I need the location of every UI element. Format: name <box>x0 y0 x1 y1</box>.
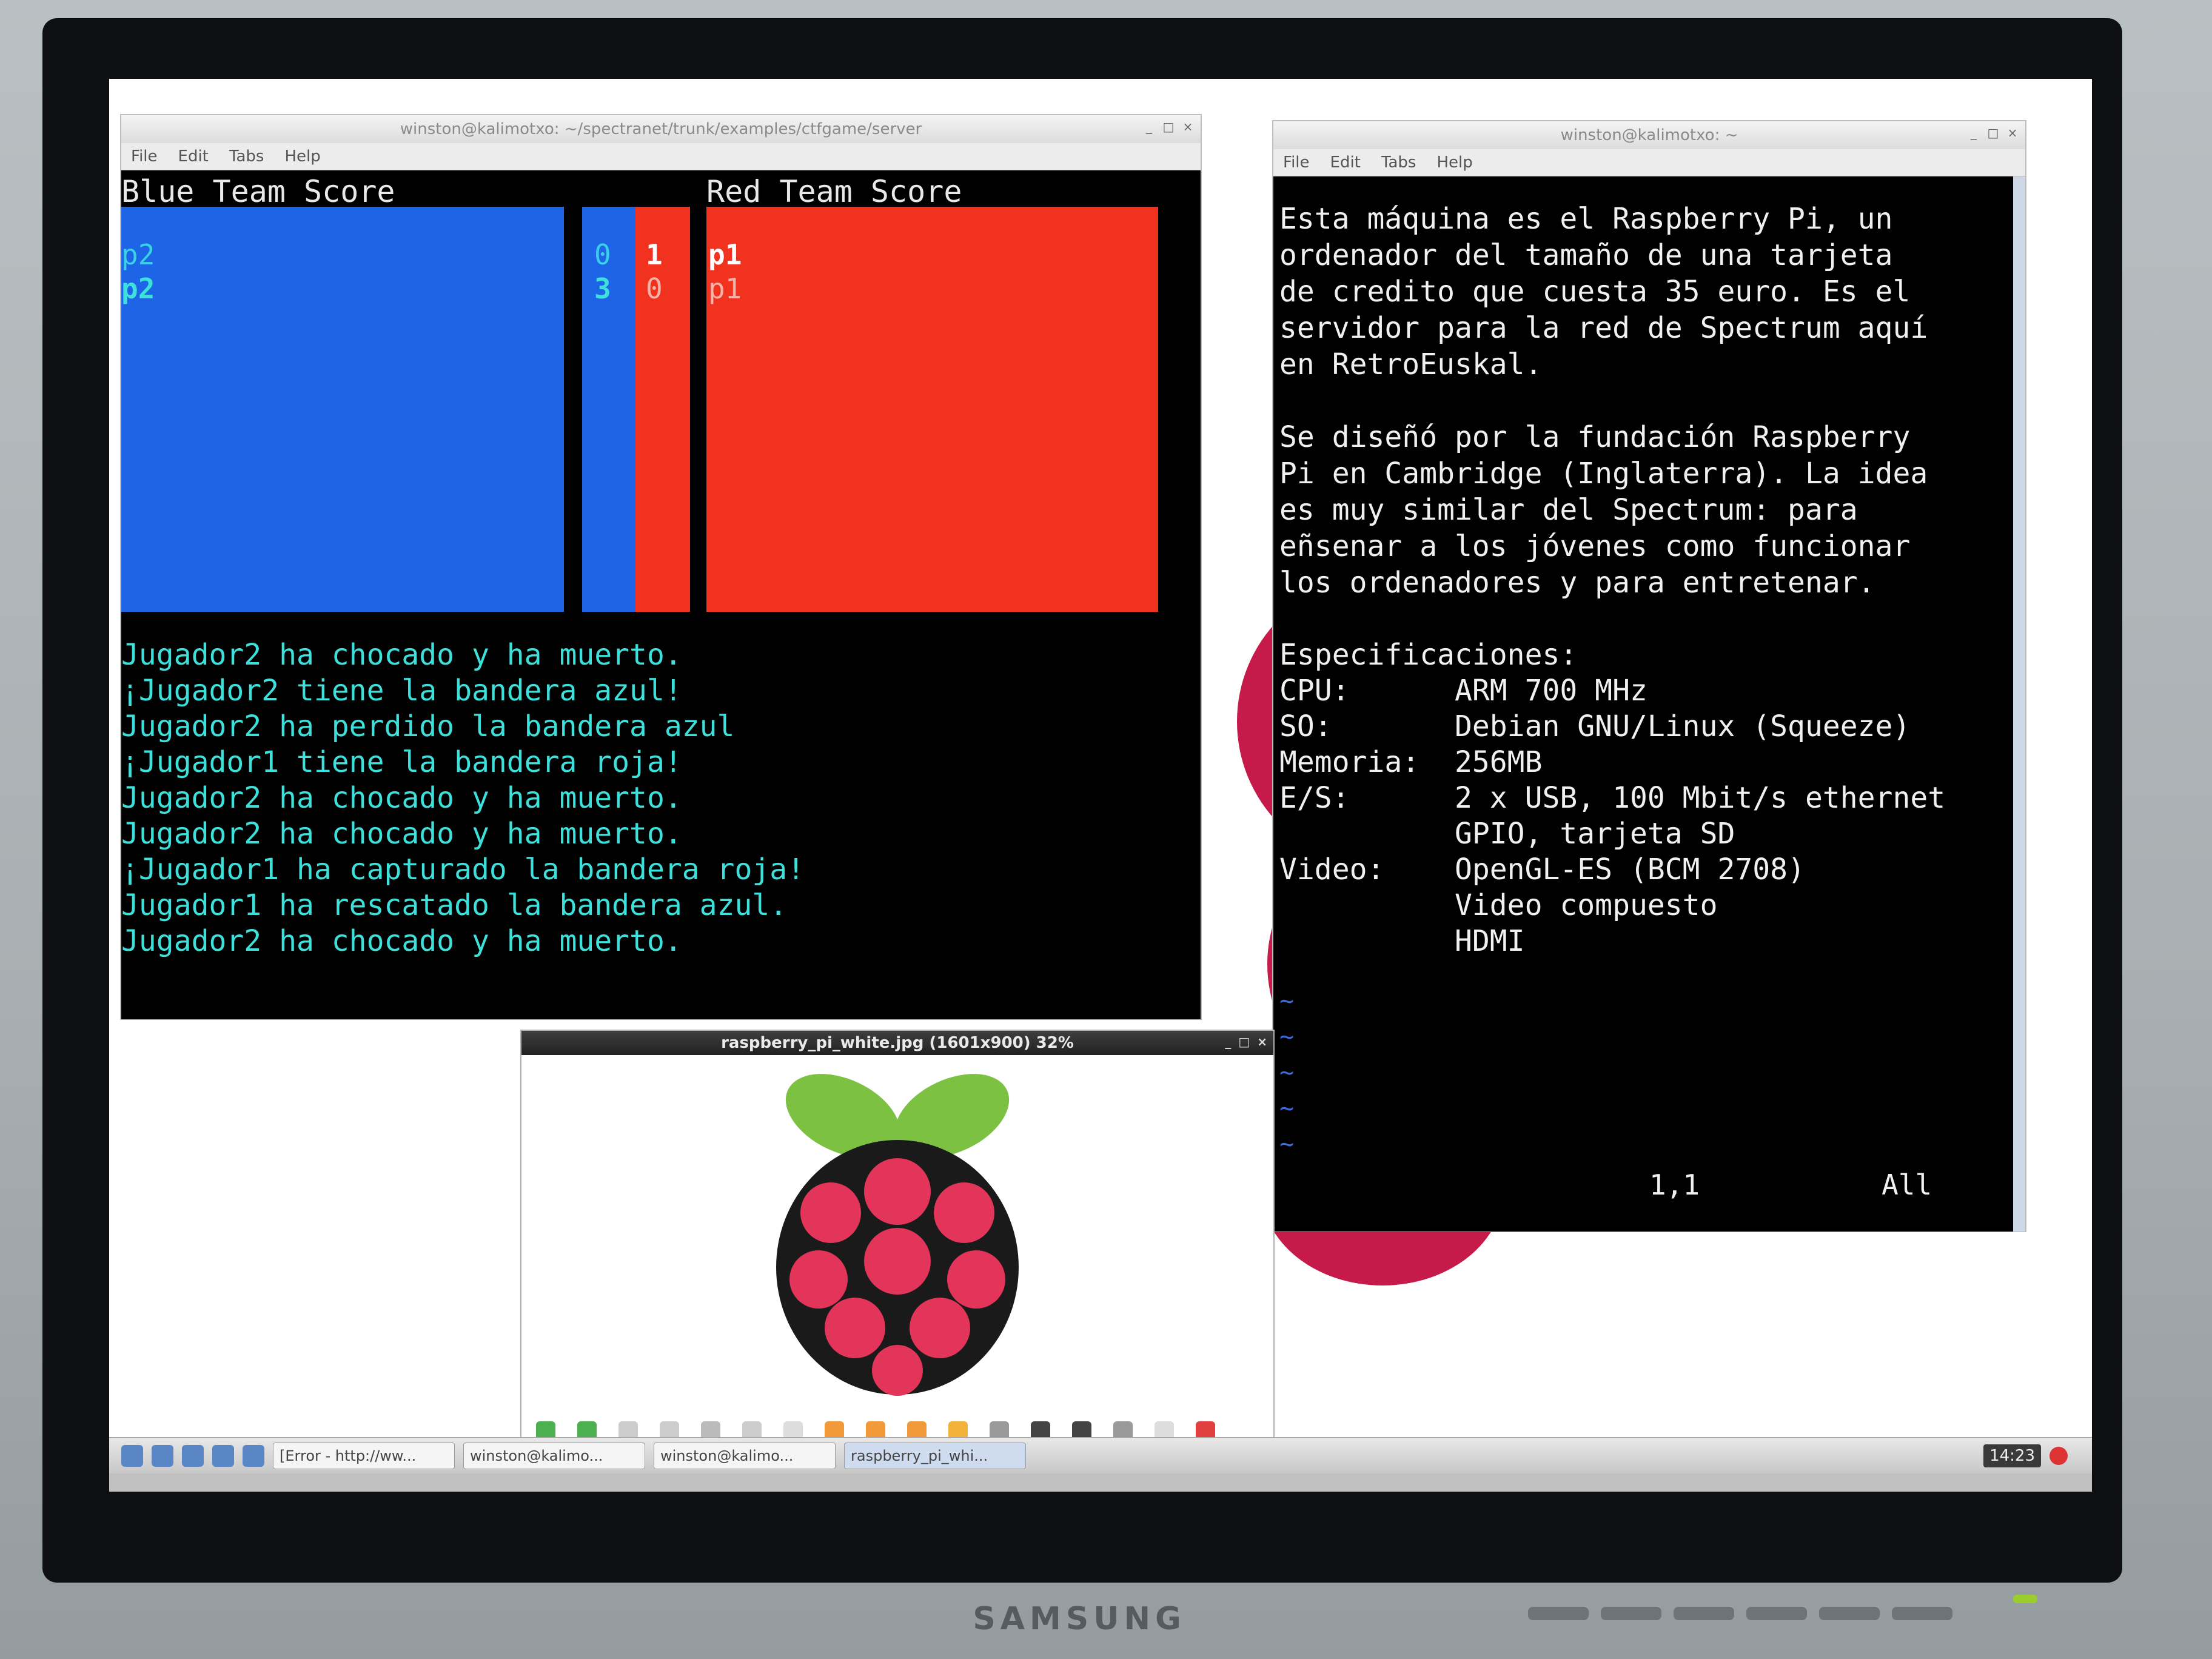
game-terminal[interactable]: Blue Team Score Red Team Score p2 p2 0 3… <box>121 170 1201 1019</box>
monitor-button[interactable] <box>1528 1607 1589 1620</box>
close-icon[interactable]: × <box>2006 126 2019 139</box>
maximize-icon[interactable]: □ <box>1162 120 1175 133</box>
red-team-score-header: Red Team Score <box>706 174 962 209</box>
log-line: ¡Jugador1 tiene la bandera roja! <box>121 745 682 779</box>
logout-icon[interactable] <box>2049 1446 2068 1465</box>
menu-help[interactable]: Help <box>1436 153 1472 172</box>
minimize-icon[interactable]: _ <box>1225 1034 1231 1049</box>
window-title: winston@kalimotxo: ~ <box>1560 126 1738 144</box>
minimize-icon[interactable]: _ <box>1967 126 1980 139</box>
log-line: Jugador2 ha chocado y ha muerto. <box>121 817 682 851</box>
spec-line: E/S: 2 x USB, 100 Mbit/s ethernet <box>1279 781 1946 815</box>
viewer-titlebar[interactable]: raspberry_pi_white.jpg (1601x900) 32% _ … <box>521 1031 1273 1055</box>
menu-icon[interactable] <box>121 1444 143 1467</box>
monitor-button[interactable] <box>1819 1607 1880 1620</box>
spec-line: CPU: ARM 700 MHz <box>1279 674 1647 708</box>
taskbar-task[interactable]: winston@kalimo... <box>654 1442 836 1469</box>
blue-player-score: 3 <box>594 272 611 305</box>
vim-empty-line: ~ <box>1279 1023 1295 1051</box>
scrollbar[interactable] <box>2013 176 2025 1232</box>
info-paragraph: Esta máquina es el Raspberry Pi, un orde… <box>1279 202 1928 381</box>
log-line: Jugador2 ha perdido la bandera azul <box>121 709 735 743</box>
image-canvas <box>521 1055 1273 1407</box>
window-title: winston@kalimotxo: ~/spectranet/trunk/ex… <box>400 120 922 138</box>
game-event-log: Jugador2 ha chocado y ha muerto. ¡Jugado… <box>121 637 805 959</box>
info-window-titlebar[interactable]: winston@kalimotxo: ~ _ □ × <box>1273 121 2025 149</box>
menu-file[interactable]: File <box>131 147 158 166</box>
game-window-menubar: File Edit Tabs Help <box>121 143 1201 170</box>
minimize-icon[interactable]: _ <box>1142 120 1156 133</box>
monitor-button[interactable] <box>1892 1607 1952 1620</box>
power-led <box>2013 1595 2037 1603</box>
monitor-frame: SAMSUNG winston@kalimotxo: ~/spectranet/… <box>0 0 2212 1659</box>
log-line: Jugador2 ha chocado y ha muerto. <box>121 924 682 958</box>
monitor-button[interactable] <box>1746 1607 1807 1620</box>
game-window-titlebar[interactable]: winston@kalimotxo: ~/spectranet/trunk/ex… <box>121 115 1201 143</box>
spec-line: HDMI <box>1279 924 1525 958</box>
browser-icon[interactable] <box>212 1444 234 1467</box>
log-line: Jugador1 ha rescatado la bandera azul. <box>121 888 788 922</box>
spec-line: Video compuesto <box>1279 888 1718 922</box>
blue-player-score: 0 <box>594 238 611 271</box>
close-icon[interactable]: × <box>1257 1034 1267 1049</box>
vim-empty-line: ~ <box>1279 1094 1295 1122</box>
view-position: All <box>1882 1168 1932 1201</box>
taskbar-task[interactable]: raspberry_pi_whi... <box>844 1442 1026 1469</box>
menu-edit[interactable]: Edit <box>1330 153 1361 172</box>
info-terminal-window[interactable]: winston@kalimotxo: ~ _ □ × File Edit Tab… <box>1273 121 2025 1232</box>
maximize-icon[interactable]: □ <box>1986 126 2000 139</box>
log-line: Jugador2 ha chocado y ha muerto. <box>121 781 682 815</box>
file-manager-icon[interactable] <box>152 1444 173 1467</box>
blue-player-name: p2 <box>121 272 155 305</box>
menu-tabs[interactable]: Tabs <box>229 147 264 166</box>
terminal-icon[interactable] <box>182 1444 204 1467</box>
raspberry-pi-logo-icon <box>776 1074 1019 1396</box>
blue-team-score-header: Blue Team Score <box>121 174 395 209</box>
red-team-panel <box>706 207 1158 612</box>
blue-team-panel <box>121 207 564 612</box>
info-paragraph: Se diseñó por la fundación Raspberry Pi … <box>1279 420 1928 600</box>
taskbar: [Error - http://ww... winston@kalimo... … <box>109 1437 2092 1473</box>
menu-edit[interactable]: Edit <box>178 147 209 166</box>
menu-tabs[interactable]: Tabs <box>1381 153 1416 172</box>
vim-empty-line: ~ <box>1279 987 1295 1015</box>
red-score-bar <box>635 207 690 612</box>
close-icon[interactable]: × <box>1181 120 1195 133</box>
info-window-menubar: File Edit Tabs Help <box>1273 149 2025 176</box>
log-line: ¡Jugador2 tiene la bandera azul! <box>121 674 682 708</box>
window-title: raspberry_pi_white.jpg (1601x900) 32% <box>721 1034 1074 1052</box>
spec-line: SO: Debian GNU/Linux (Squeeze) <box>1279 709 1911 743</box>
cursor-position: 1,1 <box>1649 1168 1700 1201</box>
red-player-name: p1 <box>708 272 742 305</box>
red-player-score: 0 <box>646 272 663 305</box>
log-line: ¡Jugador1 ha capturado la bandera roja! <box>121 853 805 886</box>
taskbar-task[interactable]: winston@kalimo... <box>463 1442 645 1469</box>
vim-empty-line: ~ <box>1279 1059 1295 1087</box>
image-viewer-window[interactable]: raspberry_pi_white.jpg (1601x900) 32% _ … <box>521 1031 1273 1455</box>
blue-player-name: p2 <box>121 238 155 271</box>
log-line: Jugador2 ha chocado y ha muerto. <box>121 638 682 672</box>
maximize-icon[interactable]: □ <box>1238 1034 1250 1049</box>
menu-help[interactable]: Help <box>284 147 320 166</box>
menu-file[interactable]: File <box>1283 153 1310 172</box>
game-server-window[interactable]: winston@kalimotxo: ~/spectranet/trunk/ex… <box>121 115 1201 1019</box>
specs-title: Especificaciones: <box>1279 638 1578 672</box>
monitor-button[interactable] <box>1601 1607 1661 1620</box>
red-player-score: 1 <box>646 238 663 271</box>
spec-line: GPIO, tarjeta SD <box>1279 817 1735 851</box>
monitor-brand: SAMSUNG <box>973 1601 1186 1637</box>
screen: winston@kalimotxo: ~/spectranet/trunk/ex… <box>109 79 2092 1492</box>
vim-empty-line: ~ <box>1279 1130 1295 1158</box>
spec-line: Memoria: 256MB <box>1279 745 1543 779</box>
vim-status-line: 1,1 All <box>1649 1168 1932 1201</box>
desktop-switch-icon[interactable] <box>243 1444 264 1467</box>
system-tray: 14:23 <box>1983 1444 2092 1467</box>
spec-line: Video: OpenGL-ES (BCM 2708) <box>1279 853 1805 886</box>
clock[interactable]: 14:23 <box>1983 1444 2041 1467</box>
monitor-button[interactable] <box>1674 1607 1734 1620</box>
red-player-name: p1 <box>708 238 742 271</box>
taskbar-task[interactable]: [Error - http://ww... <box>273 1442 455 1469</box>
vim-editor[interactable]: Esta máquina es el Raspberry Pi, un orde… <box>1273 176 2025 1232</box>
